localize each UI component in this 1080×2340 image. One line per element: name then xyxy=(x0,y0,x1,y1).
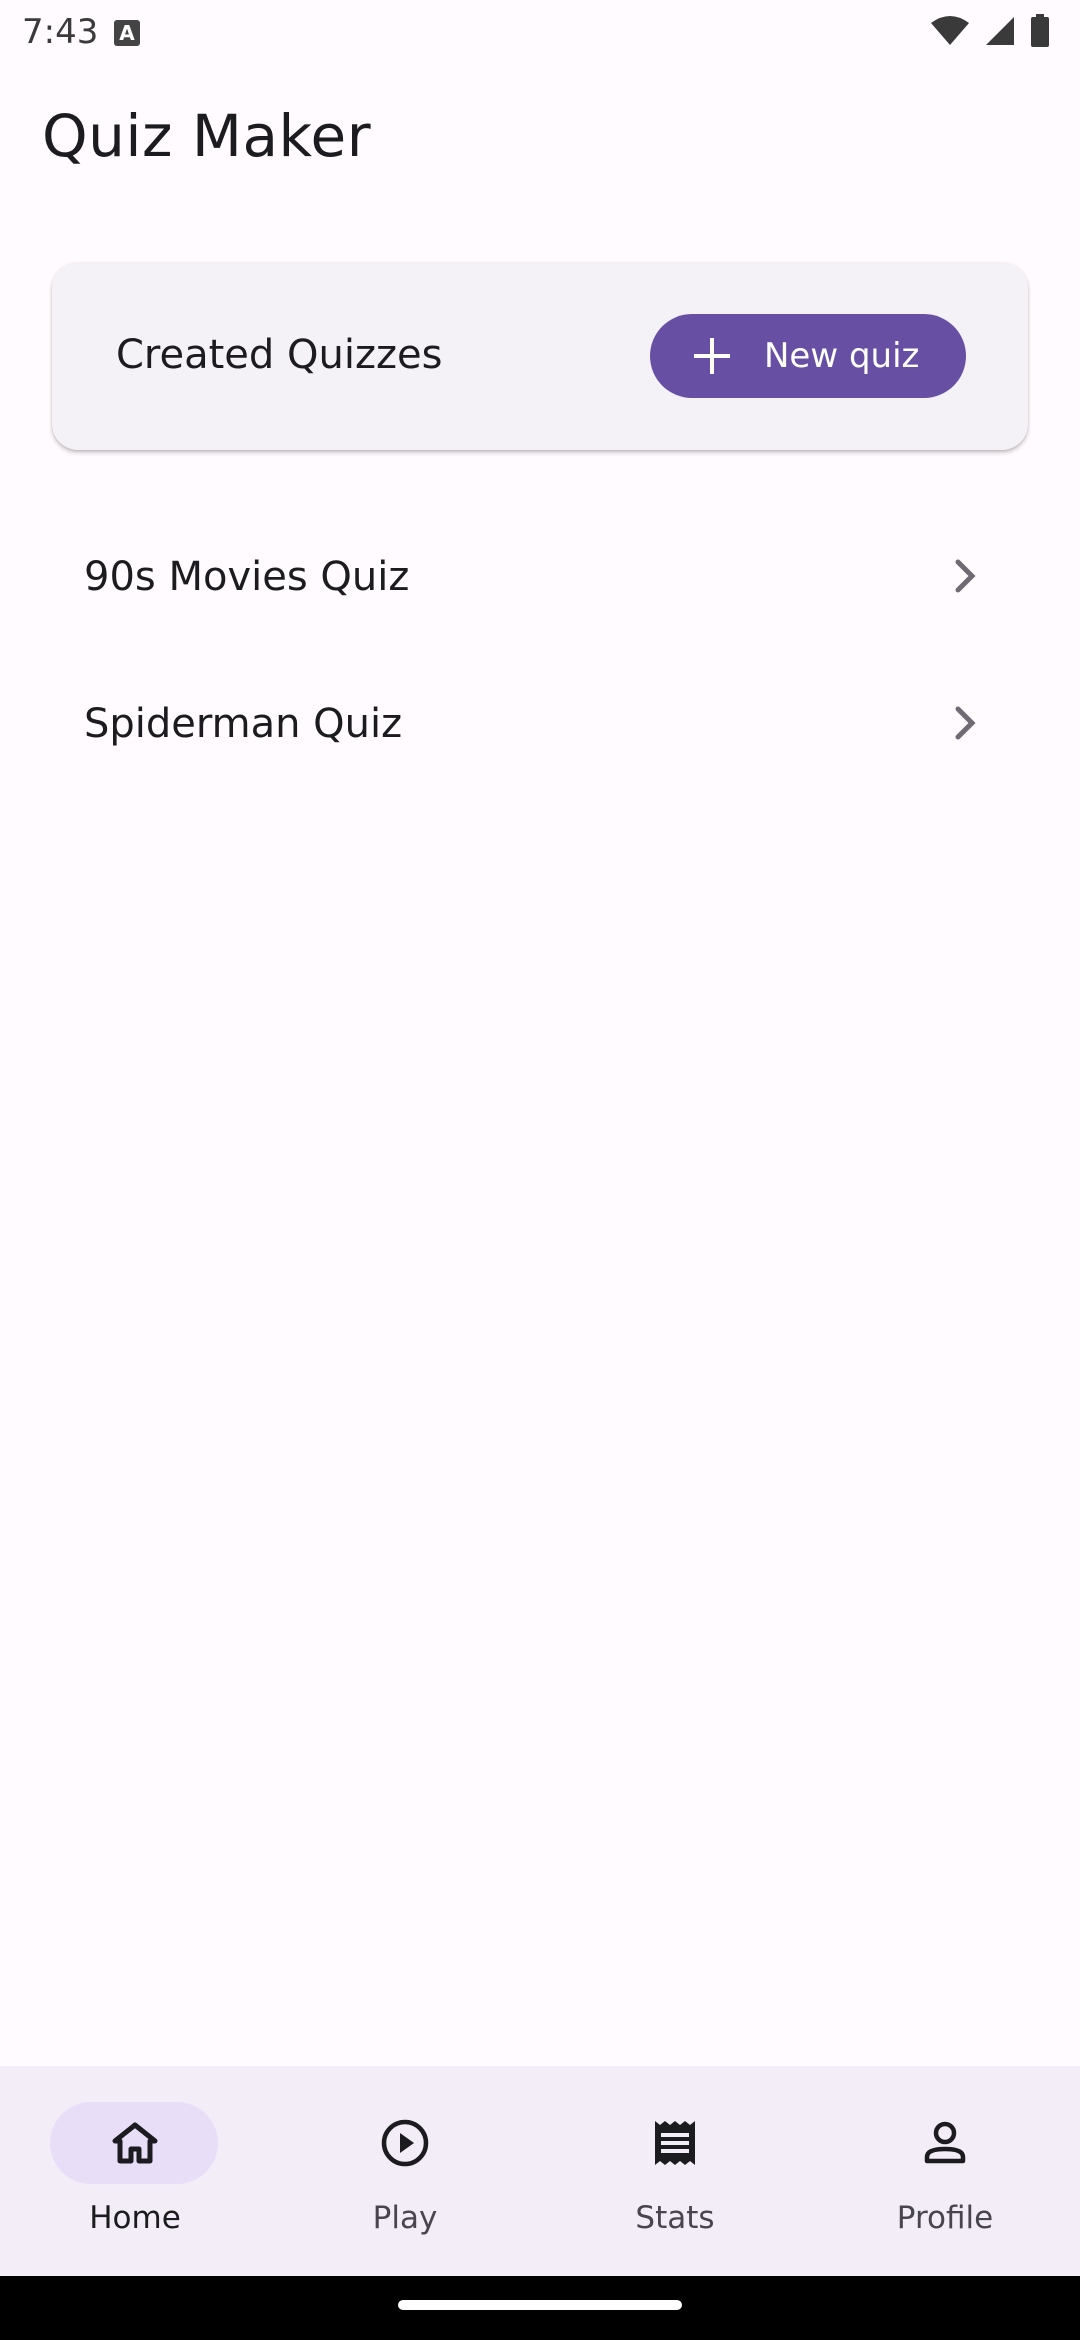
chevron-right-icon xyxy=(955,706,976,740)
nav-label-stats: Stats xyxy=(635,2200,715,2236)
status-bar: 7:43 A xyxy=(0,0,1080,64)
status-icons xyxy=(930,14,1050,48)
quiz-list-item[interactable]: Spiderman Quiz xyxy=(0,651,1080,797)
notification-icon: A xyxy=(114,20,140,46)
page-title: Quiz Maker xyxy=(42,102,372,170)
battery-icon xyxy=(1031,14,1049,47)
nav-item-stats[interactable]: Stats xyxy=(540,2066,810,2276)
nav-label-home: Home xyxy=(89,2200,181,2236)
wifi-icon xyxy=(931,16,969,45)
card-title: Created Quizzes xyxy=(116,332,443,378)
home-gesture-handle[interactable] xyxy=(398,2300,682,2310)
bottom-navigation: Home Play Stats Profile xyxy=(0,2066,1080,2276)
new-quiz-label: New quiz xyxy=(764,336,920,376)
quiz-title: Spiderman Quiz xyxy=(84,701,403,747)
person-icon xyxy=(924,2121,966,2164)
nav-item-home[interactable]: Home xyxy=(0,2066,270,2276)
home-icon xyxy=(112,2122,158,2164)
new-quiz-button[interactable]: New quiz xyxy=(650,314,966,398)
receipt-icon xyxy=(655,2121,695,2165)
quiz-list-item[interactable]: 90s Movies Quiz xyxy=(0,504,1080,650)
screen: 7:43 A Quiz Maker Created Quizzes New qu… xyxy=(0,0,1080,2340)
nav-item-profile[interactable]: Profile xyxy=(810,2066,1080,2276)
nav-label-play: Play xyxy=(372,2200,438,2236)
created-quizzes-card: Created Quizzes New quiz xyxy=(52,262,1028,450)
plus-icon xyxy=(694,338,730,374)
play-icon xyxy=(381,2119,429,2167)
status-time: 7:43 xyxy=(22,12,99,52)
signal-icon xyxy=(986,17,1014,45)
nav-label-profile: Profile xyxy=(896,2200,994,2236)
quiz-title: 90s Movies Quiz xyxy=(84,554,410,600)
chevron-right-icon xyxy=(955,559,976,593)
nav-item-play[interactable]: Play xyxy=(270,2066,540,2276)
